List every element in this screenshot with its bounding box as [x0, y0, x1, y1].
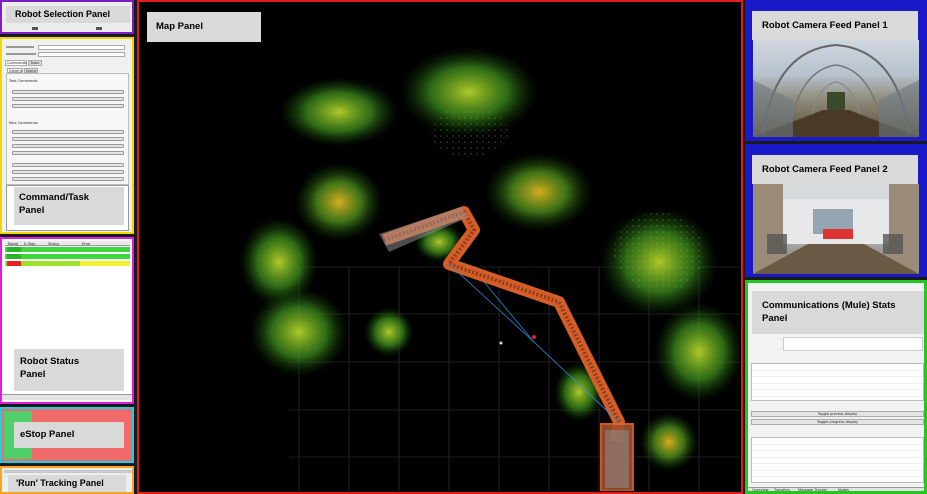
select-label-2: [6, 53, 36, 55]
misc-commands-heading: Misc Commands: [9, 121, 38, 125]
select-label-1: [6, 46, 34, 48]
comms-table-2: [751, 437, 924, 483]
waypoint-marker: [499, 341, 503, 345]
toggle-process-display-button[interactable]: Toggle process display: [751, 411, 924, 417]
drop-node-button[interactable]: [12, 130, 124, 134]
camera-2-label: Robot Camera Feed Panel 2: [752, 155, 918, 184]
task-allocation-button[interactable]: [12, 97, 124, 101]
run-tracking-label: 'Run' Tracking Panel: [8, 475, 126, 492]
robot-marker: [532, 335, 536, 339]
status-row-3-estop-cell: [7, 261, 21, 266]
send-cfg-button[interactable]: [12, 163, 124, 167]
status-row-1[interactable]: [5, 247, 130, 252]
tab-tasks[interactable]: Tasks: [28, 60, 42, 66]
goto-xy-button[interactable]: [12, 90, 124, 94]
unstick-button[interactable]: [12, 151, 124, 155]
robot-selection-panel: Robot Selection Panel: [0, 0, 134, 34]
robot-tab-left[interactable]: [32, 27, 38, 30]
comms-stats-label: Communications (Mule) Stats Panel: [752, 291, 924, 334]
status-header-estop: E-Stop: [24, 242, 36, 246]
toggle-progress-display-button[interactable]: Toggle progress display: [751, 419, 924, 425]
auto-launch-button[interactable]: [12, 137, 124, 141]
run-tracking-header: [4, 470, 132, 473]
status-header-status: Status: [48, 242, 60, 246]
robot-selection-label: Robot Selection Panel: [6, 6, 130, 23]
status-header-error: Error: [82, 242, 91, 246]
comms-top-box: [783, 337, 923, 351]
robot-status-panel: Robot E-Stop Status Error Robot Status P…: [0, 237, 134, 404]
camera-feed-panel-2: Robot Camera Feed Panel 2: [745, 144, 927, 277]
command-task-label: Command/Task Panel: [14, 187, 124, 225]
update-button[interactable]: [12, 144, 124, 148]
map-panel[interactable]: Map Panel: [137, 0, 743, 494]
task-commands-heading: Task Commands: [9, 79, 38, 83]
clear-cmd-button[interactable]: [12, 177, 124, 181]
comms-stats-panel: Communications (Mule) Stats Panel Toggle…: [745, 280, 927, 494]
stop-button[interactable]: [12, 170, 124, 174]
camera-1-image: [753, 40, 919, 137]
command-task-panel: Commands Tasks Generic Drone Task Comman…: [0, 37, 134, 234]
comms-table-1: [751, 363, 924, 401]
status-header-robot: Robot: [8, 242, 19, 246]
map-panel-label: Map Panel: [147, 12, 261, 42]
estop-panel: eStop Panel: [0, 407, 134, 463]
status-tab-bar[interactable]: [2, 394, 132, 400]
run-tracking-panel: 'Run' Tracking Panel: [0, 466, 134, 494]
comms-tab-overview[interactable]: Overview: [752, 488, 768, 491]
status-row-2-cell: [7, 254, 21, 259]
robot-tab-right[interactable]: [96, 27, 102, 30]
camera-1-scene: [753, 43, 919, 137]
tab-commands[interactable]: Commands: [5, 60, 27, 66]
status-row-2[interactable]: [5, 254, 130, 259]
status-row-3-warning-cell: [80, 261, 130, 266]
camera-1-label: Robot Camera Feed Panel 1: [752, 11, 918, 40]
select-row-2[interactable]: [38, 52, 125, 57]
comms-tab-transfers[interactable]: Transfers: [774, 488, 790, 491]
camera-feed-panel-1: Robot Camera Feed Panel 1: [745, 0, 927, 141]
select-row-1[interactable]: [38, 45, 125, 50]
comms-tab-nodes[interactable]: Nodes: [838, 488, 849, 491]
comms-tab-message-tracker[interactable]: Message Tracker: [798, 488, 827, 491]
status-row-1-cell: [7, 247, 21, 252]
estop-label: eStop Panel: [14, 422, 124, 448]
vegetation-cloud: [239, 47, 740, 472]
robot-status-label: Robot Status Panel: [14, 349, 124, 391]
sync-content-button[interactable]: [12, 104, 124, 108]
camera-2-image: [753, 184, 919, 274]
map-canvas[interactable]: [139, 2, 740, 491]
camera-2-scene: [753, 184, 919, 274]
